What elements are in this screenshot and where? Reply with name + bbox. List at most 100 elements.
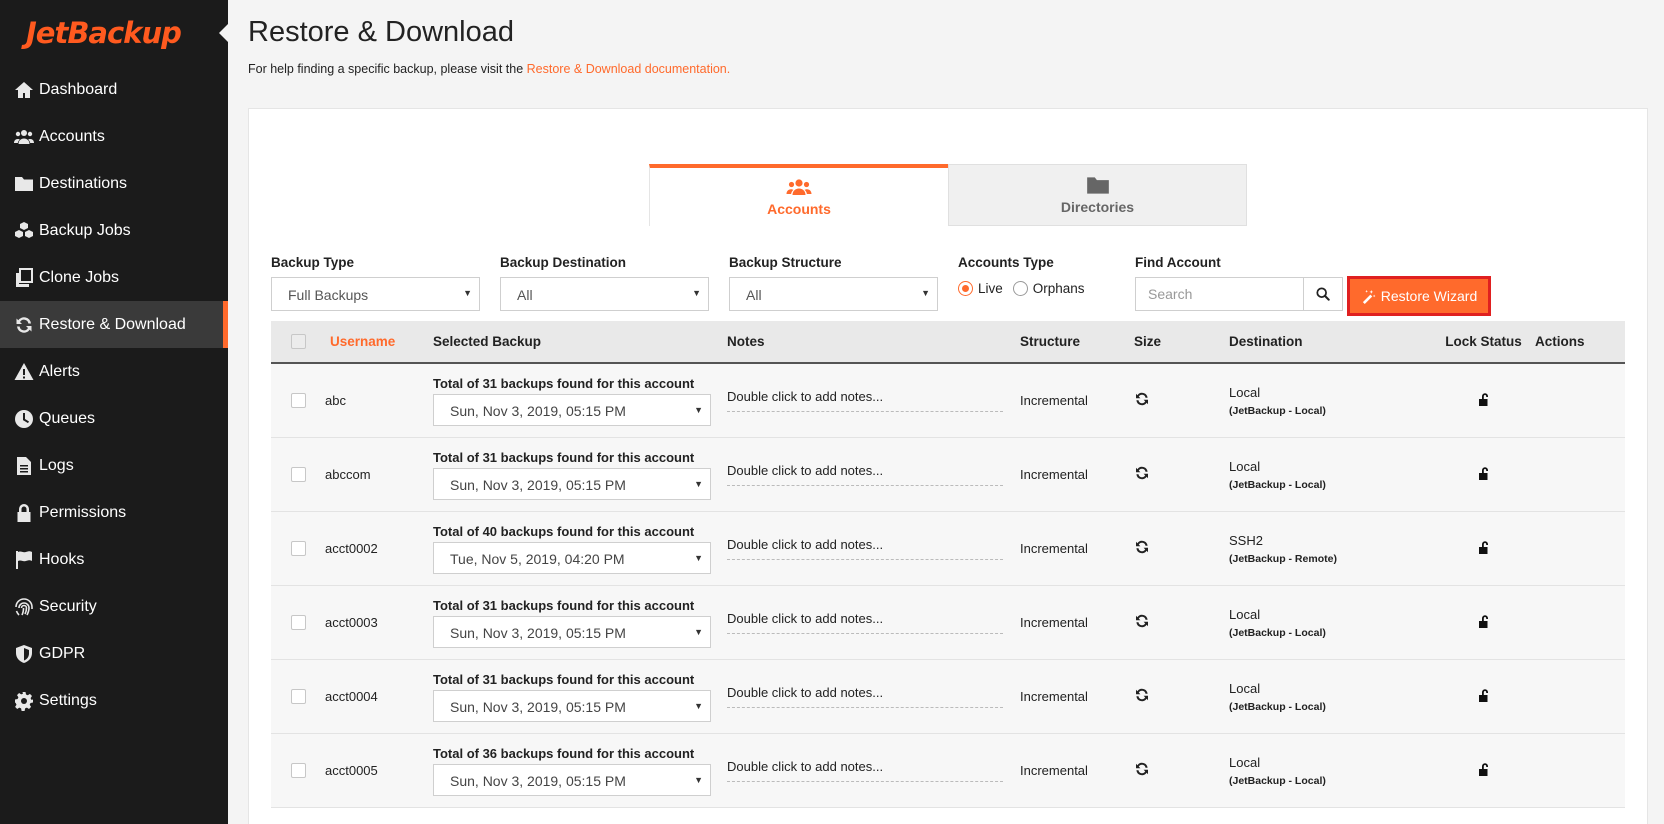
refresh-size-icon[interactable]	[1134, 540, 1150, 558]
sidebar-item-clone-jobs[interactable]: Clone Jobs	[0, 254, 228, 301]
column-actions: Actions	[1535, 334, 1585, 349]
row-checkbox[interactable]	[290, 763, 306, 778]
sidebar-item-label: Backup Jobs	[39, 221, 131, 239]
radio-orphans[interactable]: Orphans	[1012, 280, 1085, 296]
row-checkbox[interactable]	[290, 467, 306, 482]
file-icon	[13, 456, 35, 476]
sidebar-item-settings[interactable]: Settings	[0, 677, 228, 724]
backup-type-label: Backup Type	[271, 255, 355, 270]
sidebar-item-destinations[interactable]: Destinations	[0, 160, 228, 207]
backup-select[interactable]: Tue, Nov 5, 2019, 04:20 PM ▼	[433, 541, 711, 574]
caret-down-icon: ▼	[463, 288, 472, 298]
column-destination: Destination	[1229, 334, 1303, 349]
header-check-cell	[271, 334, 325, 349]
sidebar-item-permissions[interactable]: Permissions	[0, 489, 228, 536]
sidebar-item-logs[interactable]: Logs	[0, 442, 228, 489]
unlock-icon[interactable]	[1476, 393, 1492, 410]
sidebar-item-alerts[interactable]: Alerts	[0, 348, 228, 395]
documentation-link[interactable]: Restore & Download documentation.	[527, 62, 731, 76]
destination-detail: (JetBackup - Local)	[1229, 700, 1326, 713]
logo[interactable]: JetBackup	[0, 0, 228, 66]
destination-name: Local	[1229, 606, 1261, 622]
column-username[interactable]: Username	[325, 334, 433, 349]
flag-icon	[13, 550, 35, 570]
backup-total: Total of 31 backups found for this accou…	[433, 597, 695, 613]
refresh-size-icon[interactable]	[1134, 392, 1150, 410]
sidebar-item-restore-and-download[interactable]: Restore & Download	[0, 301, 228, 348]
backup-total: Total of 31 backups found for this accou…	[433, 671, 695, 687]
tab-directories[interactable]: Directories	[948, 164, 1247, 226]
sidebar: JetBackup Dashboard Accounts Destinations B…	[0, 0, 228, 824]
sidebar-item-security[interactable]: Security	[0, 583, 228, 630]
warning-icon	[13, 362, 35, 382]
unlock-icon[interactable]	[1476, 467, 1492, 484]
selected-backup-cell: Total of 31 backups found for this accou…	[433, 376, 727, 426]
username-cell: acct0003	[325, 615, 378, 630]
unlock-icon[interactable]	[1476, 763, 1492, 780]
search-input[interactable]	[1135, 277, 1304, 311]
username-cell: acct0005	[325, 763, 378, 778]
sidebar-item-dashboard[interactable]: Dashboard	[0, 66, 228, 113]
radio-orphans-dot[interactable]	[1012, 280, 1028, 296]
backup-destination-label: Backup Destination	[500, 255, 627, 270]
accounts-type-label: Accounts Type	[958, 255, 1054, 270]
notes-field[interactable]: Double click to add notes...	[727, 463, 1003, 486]
backup-type-select[interactable]: Full Backups ▼	[271, 277, 480, 311]
size-cell	[1129, 687, 1229, 706]
row-checkbox[interactable]	[290, 615, 306, 630]
accounts-table: Username Selected Backup Notes Structure…	[271, 321, 1625, 808]
backup-select[interactable]: Sun, Nov 3, 2019, 05:15 PM ▼	[433, 763, 711, 796]
destination-name: Local	[1229, 384, 1261, 400]
destination-detail: (JetBackup - Local)	[1229, 478, 1326, 491]
notes-field[interactable]: Double click to add notes...	[727, 389, 1003, 412]
caret-down-icon: ▼	[694, 626, 703, 637]
column-size: Size	[1134, 334, 1162, 349]
backup-structure-select[interactable]: All ▼	[729, 277, 938, 311]
radio-live-dot[interactable]	[958, 280, 973, 296]
sidebar-item-gdpr[interactable]: GDPR	[0, 630, 228, 677]
table-row: acct0002 Total of 40 backups found for th…	[271, 512, 1625, 586]
sidebar-item-label: Clone Jobs	[39, 268, 120, 286]
select-all-checkbox[interactable]	[290, 334, 306, 349]
unlock-icon[interactable]	[1476, 689, 1492, 706]
backup-select[interactable]: Sun, Nov 3, 2019, 05:15 PM ▼	[433, 615, 711, 648]
radio-live[interactable]: Live	[958, 280, 1003, 296]
refresh-size-icon[interactable]	[1134, 466, 1150, 484]
tab-accounts[interactable]: Accounts	[649, 164, 948, 226]
refresh-size-icon[interactable]	[1134, 614, 1150, 632]
sidebar-item-label: Queues	[39, 409, 96, 427]
backup-destination-select[interactable]: All ▼	[500, 277, 709, 311]
column-structure: Structure	[1020, 334, 1081, 349]
sidebar-item-label: GDPR	[39, 644, 86, 662]
restore-wizard-button[interactable]: Restore Wizard	[1347, 276, 1491, 316]
destination-cell: Local (JetBackup - Local)	[1229, 459, 1432, 491]
sidebar-item-queues[interactable]: Queues	[0, 395, 228, 442]
sidebar-item-hooks[interactable]: Hooks	[0, 536, 228, 583]
backup-select[interactable]: Sun, Nov 3, 2019, 05:15 PM ▼	[433, 467, 711, 500]
shield-icon	[13, 644, 35, 664]
unlock-icon[interactable]	[1476, 541, 1492, 558]
row-checkbox[interactable]	[290, 393, 306, 408]
notes-field[interactable]: Double click to add notes...	[727, 537, 1003, 560]
sidebar-item-label: Destinations	[39, 174, 128, 192]
backup-destination-value: All	[517, 287, 533, 303]
backup-select[interactable]: Sun, Nov 3, 2019, 05:15 PM ▼	[433, 393, 711, 426]
sidebar-item-accounts[interactable]: Accounts	[0, 113, 228, 160]
row-check-cell	[271, 689, 325, 704]
sidebar-item-backup-jobs[interactable]: Backup Jobs	[0, 207, 228, 254]
folder-icon	[1086, 177, 1109, 194]
clock-icon	[13, 409, 35, 429]
row-checkbox[interactable]	[290, 541, 306, 556]
refresh-size-icon[interactable]	[1134, 688, 1150, 706]
backup-select[interactable]: Sun, Nov 3, 2019, 05:15 PM ▼	[433, 689, 711, 722]
notes-field[interactable]: Double click to add notes...	[727, 759, 1003, 782]
page-title: Restore & Download	[248, 16, 514, 48]
notes-field[interactable]: Double click to add notes...	[727, 611, 1003, 634]
row-checkbox[interactable]	[290, 689, 306, 704]
refresh-size-icon[interactable]	[1134, 762, 1150, 780]
search-button[interactable]	[1304, 277, 1343, 311]
unlock-icon[interactable]	[1476, 615, 1492, 632]
caret-down-icon: ▼	[694, 404, 703, 415]
notes-field[interactable]: Double click to add notes...	[727, 685, 1003, 708]
accounts-type-radios: Live Orphans	[958, 271, 1085, 305]
